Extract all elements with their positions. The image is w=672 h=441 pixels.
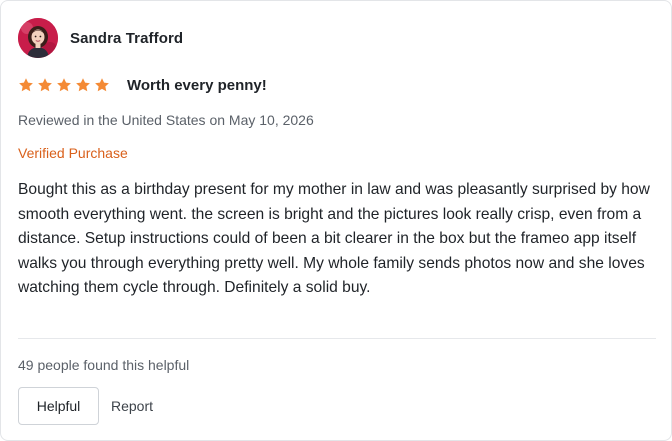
report-link[interactable]: Report <box>111 398 153 414</box>
helpful-button[interactable]: Helpful <box>18 387 99 425</box>
star-icon <box>19 78 33 92</box>
star-icon <box>38 78 52 92</box>
star-icon <box>76 78 90 92</box>
rating-row: Worth every penny! <box>18 75 267 95</box>
avatar <box>18 18 58 58</box>
review-actions: Helpful Report <box>18 387 153 425</box>
reviewer-header: Sandra Trafford <box>18 18 183 58</box>
reviewer-name: Sandra Trafford <box>70 29 184 47</box>
helpful-count: 49 people found this helpful <box>18 357 190 373</box>
review-card: Sandra Trafford Worth every penny! Revie… <box>0 0 672 441</box>
star-icon <box>95 78 109 92</box>
verified-purchase-badge: Verified Purchase <box>18 145 128 161</box>
review-date: Reviewed in the United States on May 10,… <box>18 112 314 128</box>
user-avatar-icon <box>18 18 58 58</box>
star-rating <box>18 77 110 93</box>
star-icon <box>57 78 71 92</box>
review-title: Worth every penny! <box>127 76 267 94</box>
review-body: Bought this as a birthday present for my… <box>18 181 650 296</box>
divider <box>18 338 656 339</box>
